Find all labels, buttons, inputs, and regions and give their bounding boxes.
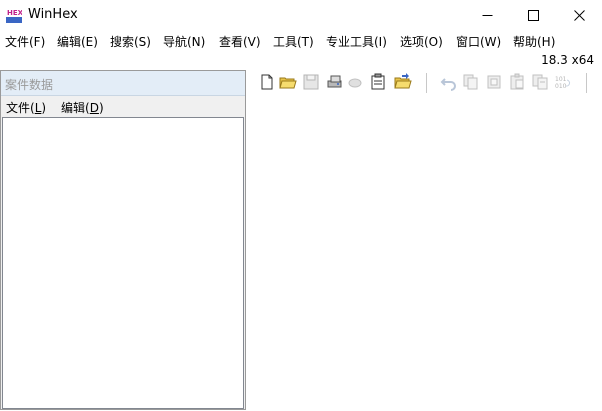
cut-icon[interactable] bbox=[485, 73, 503, 91]
save-icon[interactable] bbox=[302, 73, 320, 91]
case-menu-file-suffix: ) bbox=[41, 101, 47, 115]
menu-edit[interactable]: 编辑(E) bbox=[57, 33, 98, 50]
maximize-icon bbox=[527, 9, 539, 21]
menu-tools[interactable]: 工具(T) bbox=[273, 33, 314, 50]
copy-icon[interactable] bbox=[462, 73, 480, 91]
menu-search[interactable]: 搜索(S) bbox=[110, 33, 151, 50]
menu-navigate[interactable]: 导航(N) bbox=[163, 33, 205, 50]
case-tree-view[interactable] bbox=[2, 117, 244, 409]
svg-text:101: 101 bbox=[555, 76, 567, 83]
minimize-icon bbox=[482, 14, 492, 16]
menu-bar: 文件(F) 编辑(E) 搜索(S) 导航(N) 查看(V) 工具(T) 专业工具… bbox=[0, 30, 602, 52]
close-button[interactable] bbox=[556, 0, 602, 30]
paste-icon[interactable] bbox=[508, 73, 526, 91]
maximize-button[interactable] bbox=[510, 0, 556, 30]
menu-options[interactable]: 选项(O) bbox=[400, 33, 443, 50]
toolbar-separator bbox=[426, 73, 427, 93]
close-icon bbox=[573, 9, 585, 21]
binary-icon[interactable]: 101 010 bbox=[554, 73, 572, 91]
case-data-title: 案件数据 bbox=[5, 78, 54, 92]
disabled-icon[interactable] bbox=[346, 73, 364, 91]
open-disk-icon[interactable] bbox=[326, 73, 344, 91]
case-data-title-bar[interactable]: 案件数据 bbox=[1, 71, 245, 96]
svg-text:HEX: HEX bbox=[7, 9, 22, 17]
toolbar-separator-end bbox=[586, 73, 587, 93]
winhex-app-icon: HEX bbox=[6, 7, 22, 23]
case-menu-file[interactable]: 文件(L) bbox=[6, 99, 46, 116]
open-folder-icon[interactable] bbox=[279, 73, 297, 91]
paste-special-icon[interactable] bbox=[531, 73, 549, 91]
minimize-button[interactable] bbox=[464, 0, 510, 30]
version-label: 18.3 x64 bbox=[541, 53, 594, 67]
new-file-icon[interactable] bbox=[258, 73, 276, 91]
title-bar: HEX WinHex bbox=[0, 0, 602, 30]
case-data-menu: 文件(L) 编辑(D) bbox=[1, 96, 245, 116]
case-menu-edit-key: D bbox=[89, 101, 99, 115]
toolbar: 101 010 bbox=[248, 70, 602, 96]
menu-file[interactable]: 文件(F) bbox=[5, 33, 45, 50]
menu-help[interactable]: 帮助(H) bbox=[513, 33, 555, 50]
case-data-panel: 案件数据 文件(L) 编辑(D) bbox=[0, 70, 246, 410]
open-folder-arrow-icon[interactable] bbox=[394, 73, 412, 91]
case-menu-edit-suffix: ) bbox=[98, 101, 104, 115]
undo-icon[interactable] bbox=[440, 73, 458, 91]
properties-icon[interactable] bbox=[369, 73, 387, 91]
menu-special-tools[interactable]: 专业工具(I) bbox=[326, 33, 387, 50]
menu-view[interactable]: 查看(V) bbox=[219, 33, 261, 50]
window-title: WinHex bbox=[28, 7, 78, 22]
menu-window[interactable]: 窗口(W) bbox=[456, 33, 501, 50]
svg-text:010: 010 bbox=[555, 83, 567, 90]
case-menu-file-label: 文件( bbox=[6, 101, 35, 115]
case-menu-edit-label: 编辑( bbox=[61, 101, 90, 115]
case-menu-edit[interactable]: 编辑(D) bbox=[61, 99, 104, 116]
